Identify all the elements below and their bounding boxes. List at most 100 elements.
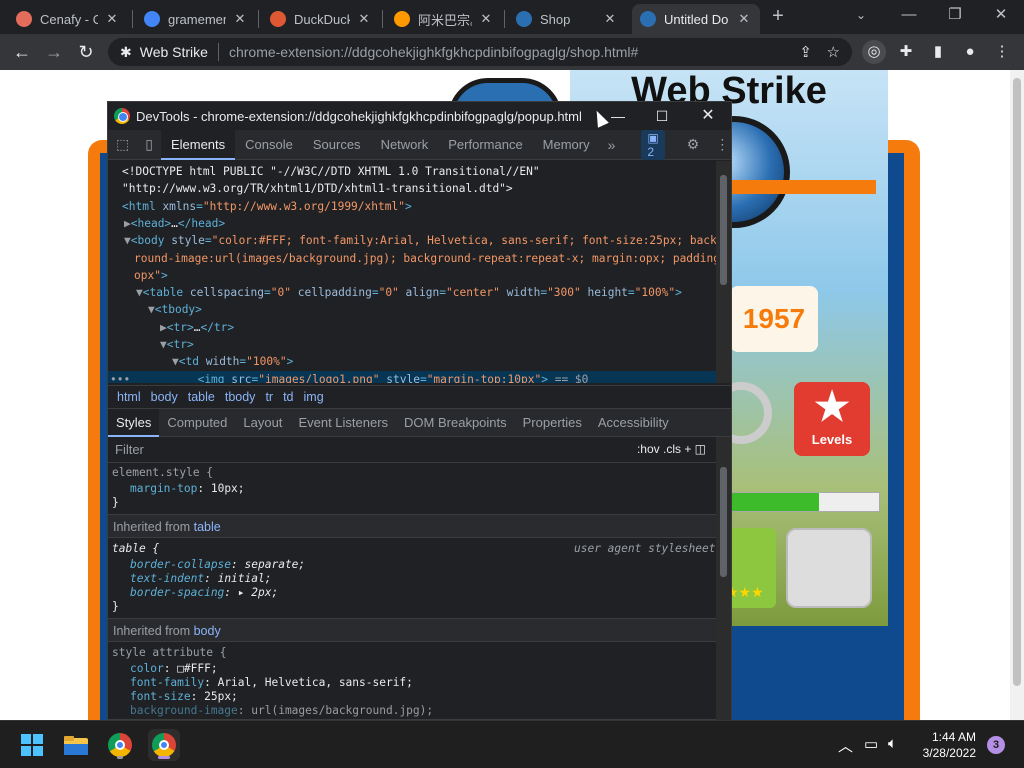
page-scrollbar[interactable] xyxy=(1010,70,1024,720)
tab-title: Untitled Do xyxy=(664,11,729,27)
styles-tab-event-listeners[interactable]: Event Listeners xyxy=(290,409,396,437)
address-bar[interactable]: ✱ Web Strike chrome-extension://ddgcohek… xyxy=(108,38,852,66)
dom-node[interactable]: ▶<tr>…</tr> xyxy=(108,319,716,336)
close-tab-icon[interactable]: ✕ xyxy=(736,11,752,27)
extensions-icon[interactable]: ✚ xyxy=(894,40,918,64)
bookmark-star-icon[interactable]: ☆ xyxy=(827,43,840,61)
tab-4[interactable]: Shop ✕ xyxy=(508,4,626,34)
minimize-button[interactable]: — xyxy=(894,4,924,26)
rule-property[interactable]: border-collapse: separate; xyxy=(130,558,305,572)
breadcrumb-body[interactable]: body xyxy=(146,390,183,404)
tab-3[interactable]: 阿米巴宗。 ✕ xyxy=(386,4,502,34)
styles-filter-input[interactable]: Filter :hov .cls + ◫ xyxy=(108,437,716,463)
system-clock[interactable]: 1:44 AM 3/28/2022 xyxy=(912,729,976,761)
reload-button[interactable]: ↻ xyxy=(72,38,100,66)
close-tab-icon[interactable]: ✕ xyxy=(356,11,372,27)
settings-gear-icon[interactable]: ⚙ xyxy=(679,136,708,153)
network-icon[interactable]: ▭ xyxy=(864,735,878,753)
breadcrumb-tr[interactable]: tr xyxy=(260,390,278,404)
breadcrumb-td[interactable]: td xyxy=(278,390,298,404)
empty-slot-button[interactable] xyxy=(786,528,872,608)
devtools-tab-network[interactable]: Network xyxy=(371,130,439,160)
elements-scrollbar[interactable] xyxy=(716,161,731,383)
styles-tab-layout[interactable]: Layout xyxy=(235,409,290,437)
rule-property[interactable]: text-indent: initial; xyxy=(130,572,271,586)
menu-icon[interactable]: ⋮ xyxy=(990,40,1014,64)
tab-0[interactable]: Cenafy - Ol ✕ xyxy=(8,4,128,34)
chrome-taskbar-button[interactable] xyxy=(104,729,136,761)
back-button[interactable]: ← xyxy=(8,38,36,66)
dom-node[interactable]: ▶<head>…</head> xyxy=(108,215,716,232)
close-tab-icon[interactable]: ✕ xyxy=(232,11,248,27)
breadcrumb-html[interactable]: html xyxy=(112,390,146,404)
styles-scrollbar[interactable] xyxy=(716,437,731,721)
devtools-close-button[interactable]: ✕ xyxy=(686,102,730,130)
inherited-body-link[interactable]: body xyxy=(194,624,221,638)
profile-icon[interactable]: ● xyxy=(958,40,982,64)
close-tab-icon[interactable]: ✕ xyxy=(478,11,494,27)
webstrike-extension-icon[interactable]: ◎ xyxy=(862,40,886,64)
tab-5[interactable]: Untitled Do ✕ xyxy=(632,4,760,34)
tab-search-icon[interactable]: ⌄ xyxy=(846,4,876,26)
dom-node[interactable]: "http://www.w3.org/TR/xhtml1/DTD/xhtml1-… xyxy=(108,180,716,197)
scrollbar-thumb[interactable] xyxy=(1013,78,1021,686)
forward-button[interactable]: → xyxy=(40,38,68,66)
start-button[interactable] xyxy=(16,729,48,761)
close-window-button[interactable]: ✕ xyxy=(986,4,1016,26)
breadcrumb-img[interactable]: img xyxy=(299,390,329,404)
tab-2[interactable]: DuckDuck ✕ xyxy=(262,4,380,34)
devtools-tab-sources[interactable]: Sources xyxy=(303,130,371,160)
breadcrumb-table[interactable]: table xyxy=(183,390,220,404)
dom-node[interactable]: <!DOCTYPE html PUBLIC "-//W3C//DTD XHTML… xyxy=(108,163,716,180)
styles-tab-properties[interactable]: Properties xyxy=(515,409,590,437)
device-toolbar-icon[interactable]: ▯ xyxy=(137,136,161,153)
issues-badge[interactable]: ▣ 2 xyxy=(641,129,665,160)
rule-property[interactable]: border-spacing: ▸ 2px; xyxy=(130,586,278,600)
side-panel-icon[interactable]: ▮ xyxy=(926,40,950,64)
filter-tools[interactable]: :hov .cls + ◫ xyxy=(637,442,706,456)
devtools-maximize-button[interactable]: ☐ xyxy=(640,102,684,130)
rule-property[interactable]: color: □#FFF; xyxy=(130,662,218,676)
devtools-menu-icon[interactable]: ⋮ xyxy=(707,136,737,153)
styles-tab-styles[interactable]: Styles xyxy=(108,408,160,437)
dom-node[interactable]: ▼<tbody> xyxy=(108,301,716,318)
dom-node[interactable]: ▼<td width="100%"> xyxy=(108,353,716,370)
styles-scrollbar-thumb[interactable] xyxy=(720,467,727,577)
close-tab-icon[interactable]: ✕ xyxy=(602,11,618,27)
dom-node[interactable]: ▼<body style="color:#FFF; font-family:Ar… xyxy=(108,232,716,249)
elements-tree[interactable]: <!DOCTYPE html PUBLIC "-//W3C//DTD XHTML… xyxy=(108,161,716,383)
more-tabs-button[interactable]: » xyxy=(600,137,624,153)
styles-tab-computed[interactable]: Computed xyxy=(159,409,235,437)
volume-icon[interactable]: 🔈︎ xyxy=(888,735,897,752)
rule-property[interactable]: font-family: Arial, Helvetica, sans-seri… xyxy=(130,676,413,690)
chevron-up-icon[interactable]: ︿ xyxy=(838,735,853,756)
devtools-tab-performance[interactable]: Performance xyxy=(438,130,532,160)
close-tab-icon[interactable]: ✕ xyxy=(104,11,120,27)
dom-node[interactable]: ▼<table cellspacing="0" cellpadding="0" … xyxy=(108,284,716,301)
inspect-element-icon[interactable]: ⬚ xyxy=(108,136,137,153)
tab-1[interactable]: gramemem ✕ xyxy=(136,4,256,34)
devtools-tab-console[interactable]: Console xyxy=(235,130,303,160)
chrome-devtools-taskbar-button[interactable] xyxy=(148,729,180,761)
dom-node[interactable]: ▼<tr> xyxy=(108,336,716,353)
rule-property[interactable]: font-size: 25px; xyxy=(130,690,238,704)
selected-dom-node[interactable]: ••• <img src="images/logo1.png" style="m… xyxy=(108,370,716,383)
share-icon[interactable]: ⇪ xyxy=(799,43,812,61)
dom-node[interactable]: round-image:url(images/background.jpg); … xyxy=(108,250,716,267)
devtools-tab-memory[interactable]: Memory xyxy=(533,130,600,160)
styles-tab-dom-breakpoints[interactable]: DOM Breakpoints xyxy=(396,409,515,437)
devtools-tab-elements[interactable]: Elements xyxy=(160,129,236,160)
styles-tab-accessibility[interactable]: Accessibility xyxy=(590,409,677,437)
rule-property[interactable]: background-image: url(images/background.… xyxy=(130,704,433,718)
restore-button[interactable]: ❐ xyxy=(940,4,970,26)
dom-node[interactable]: <html xmlns="http://www.w3.org/1999/xhtm… xyxy=(108,198,716,215)
new-tab-button[interactable]: + xyxy=(766,5,790,29)
elements-scrollbar-thumb[interactable] xyxy=(720,175,727,285)
dom-node[interactable]: opx"> xyxy=(108,267,716,284)
breadcrumb-tbody[interactable]: tbody xyxy=(220,390,261,404)
file-explorer-button[interactable] xyxy=(60,729,92,761)
inherited-table-link[interactable]: table xyxy=(194,520,221,534)
notification-badge[interactable]: 3 xyxy=(987,736,1005,754)
rule-property[interactable]: margin-top: 10px; xyxy=(130,482,245,496)
levels-button[interactable]: ★ Levels xyxy=(794,382,870,456)
